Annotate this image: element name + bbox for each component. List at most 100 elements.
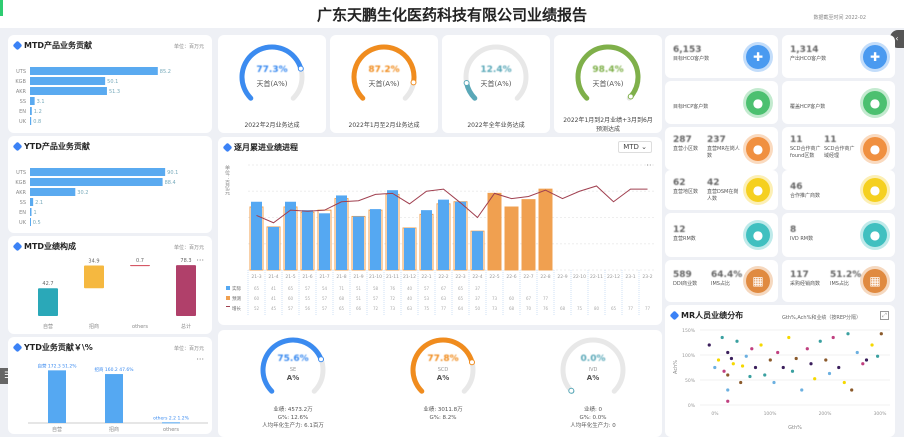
stat-value: 117	[790, 270, 809, 280]
bar	[30, 218, 31, 226]
bar	[176, 265, 196, 316]
scatter-point	[813, 377, 817, 381]
scatter-point	[713, 365, 717, 370]
gauge	[351, 44, 417, 101]
gauge-name: SCD	[437, 367, 449, 373]
table-cell: 65	[458, 286, 464, 291]
value-label: 30.2	[77, 190, 88, 196]
month-label: 22-10	[573, 274, 586, 280]
stat-label: 目标HCP客户数	[673, 104, 709, 110]
plus-icon: ✚	[863, 44, 887, 69]
bar	[30, 208, 32, 216]
scatter-point	[722, 369, 726, 373]
gauge-value: 87.2%	[368, 65, 400, 75]
stat-value: 287	[673, 135, 692, 145]
month-label: 22-9	[557, 274, 567, 280]
stat-value: 8	[790, 225, 797, 235]
month-label: 21-4	[268, 274, 278, 280]
table-cell: 77	[645, 306, 651, 311]
value-label: 1.2	[34, 109, 42, 115]
actual-bar	[319, 213, 330, 270]
table-cell: 60	[509, 296, 515, 301]
stat-value: 1,314	[790, 45, 819, 55]
value-label: 3.1	[37, 99, 45, 105]
scatter-point	[790, 369, 795, 373]
user-tie-icon: ●	[746, 136, 770, 161]
scatter-point	[837, 365, 841, 370]
category-label: AKR	[16, 190, 27, 196]
scatter-point	[726, 350, 730, 355]
unit-label: 单位：百万元	[173, 346, 204, 352]
table-cell: 40	[407, 296, 413, 301]
category-label: UTS	[16, 170, 26, 176]
table-cell: 68	[339, 296, 345, 301]
table-cell: 54	[322, 286, 328, 291]
month-label: 21-7	[319, 274, 329, 280]
scatter-point	[740, 364, 745, 368]
legend-label: 实际	[232, 285, 241, 292]
month-label: 21-9	[353, 274, 363, 280]
value-label: 85.2	[160, 69, 171, 75]
achievement-gauge-card: 98.4% 天首(A%) 2022年1月到2月业绩+3月到6月预测达成	[554, 35, 662, 133]
bar	[30, 117, 32, 125]
scatter-point	[842, 380, 846, 385]
business-gauge: 75.6% SE A% 业绩: 4573.2万 G%: 12.6% 人均年化生产力:…	[238, 330, 348, 437]
scatter-point	[876, 354, 880, 358]
gauge	[575, 44, 641, 101]
bar	[30, 188, 76, 196]
worker-icon: ●	[863, 178, 887, 202]
bar	[84, 265, 104, 289]
x-tick: 200%	[819, 411, 833, 417]
gauge-track	[560, 337, 626, 394]
scatter-point	[726, 373, 730, 377]
bar	[105, 374, 123, 423]
table-cell: 73	[492, 296, 498, 301]
month-label: 22-4	[472, 274, 482, 280]
table-cell: 45	[271, 306, 277, 311]
gauge-label: A%	[586, 374, 600, 382]
table-cell: 63	[441, 296, 447, 301]
table-cell: 57	[322, 296, 328, 301]
legend-label: 增长	[232, 305, 241, 312]
table-cell: 60	[288, 296, 294, 301]
scatter-point	[750, 347, 754, 351]
ytd-contribution-card: YTD业务贡献￥\% 单位：百万元 ··· 自营 172.3 51.2% 自营 招商…	[8, 337, 212, 434]
actual-bar	[353, 216, 364, 270]
scatter-point	[726, 388, 730, 392]
data-date: 数据截至时间 2022-02	[813, 15, 866, 21]
month-label: 23-1	[625, 274, 635, 280]
gauge-knob	[627, 93, 634, 100]
scatter-point	[781, 365, 785, 370]
manager-icon: ●	[863, 223, 887, 247]
stat-card: 6,153 目标HCO客户数 ✚	[665, 35, 778, 78]
scatter-point	[805, 347, 809, 351]
value-label: 2.1	[35, 200, 43, 206]
table-cell: 77	[441, 306, 447, 311]
bar	[30, 87, 107, 95]
table-cell: 68	[509, 306, 515, 311]
diamond-icon	[12, 241, 23, 252]
month-label: 21-5	[285, 274, 295, 280]
scatter-point	[850, 388, 854, 392]
value-label: 50.1	[107, 79, 118, 85]
stat-label: 合作推广商数	[790, 193, 821, 199]
gauge	[463, 44, 529, 101]
value-label: 0.8	[33, 119, 41, 125]
legend-swatch	[226, 306, 230, 307]
category-label: 总计	[181, 323, 191, 330]
value-label: 招商 160.2 47.6%	[94, 366, 134, 373]
month-label: 22-7	[523, 274, 533, 280]
bar	[30, 198, 34, 206]
stat-label: IMS占比	[711, 281, 730, 287]
table-cell: 57	[424, 286, 430, 291]
gauge-value: 98.4%	[592, 65, 624, 75]
scatter-point	[776, 350, 780, 355]
page-title: 广东天鹏生化医药科技有限公司业绩报告	[316, 6, 587, 24]
legend-swatch	[226, 296, 230, 300]
table-cell: 63	[407, 306, 413, 311]
table-cell: 50	[475, 306, 481, 311]
category-label: KGB	[15, 79, 26, 85]
table-cell: 76	[543, 306, 549, 311]
value-label: 34.9	[88, 259, 99, 265]
category-label: UTS	[16, 69, 26, 75]
